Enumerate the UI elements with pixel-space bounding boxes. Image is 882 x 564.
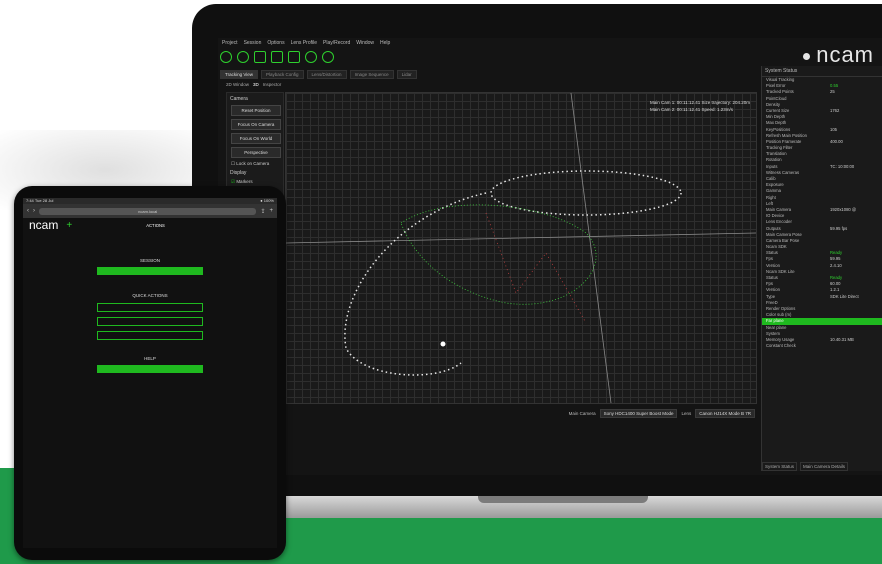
- status-value: 25: [830, 89, 835, 95]
- focus-on-camera-button[interactable]: Focus On Camera: [231, 119, 281, 130]
- projection-select[interactable]: Perspective: [231, 147, 281, 158]
- new-tab-icon[interactable]: +: [269, 208, 273, 214]
- main-camera-label: Main Camera: [568, 410, 596, 416]
- viewport-info-line-1: Main Cam 1: 00:11:12.41 Size trajectory:…: [650, 100, 750, 105]
- session-title: SESSION: [139, 258, 160, 263]
- lock-on-camera-checkbox[interactable]: ☐ Lock on Camera: [231, 161, 279, 167]
- lens-label: Lens: [681, 410, 692, 416]
- tablet-battery: ● 100%: [260, 198, 274, 203]
- feature-points-red: [485, 212, 587, 324]
- lightning-icon[interactable]: [288, 51, 300, 63]
- status-value: 105: [830, 126, 837, 132]
- viewport-info-line-2: Main Cam 2: 00:11:12.41 Speed: 1.23m/s: [650, 107, 733, 112]
- 3d-viewport[interactable]: Main Cam 1: 00:11:12.41 Size trajectory:…: [285, 92, 757, 404]
- status-value: 1920x1080 @: [830, 206, 857, 212]
- forward-icon[interactable]: ›: [33, 208, 35, 214]
- tab-tracking-view[interactable]: Tracking View: [220, 70, 259, 79]
- status-value: SDK Lite Direct: [830, 293, 859, 299]
- menu-play-record[interactable]: Play/Record: [323, 40, 350, 46]
- ncam-logo: ncam: [803, 42, 874, 68]
- display-title: Display: [230, 170, 247, 176]
- settings-icon[interactable]: [305, 51, 317, 63]
- tracked-points: [400, 204, 597, 305]
- status-key: Constant Check: [766, 343, 796, 349]
- toolbar: [220, 49, 334, 65]
- camera-panel-title: Camera: [230, 96, 248, 102]
- browser-bar: ‹ › ncam.local ⇪ +: [23, 204, 277, 218]
- system-status-panel: System Status Visual Tracking Pixel Erro…: [761, 66, 882, 471]
- tab-inspector[interactable]: Inspector: [263, 82, 282, 87]
- view-mode-tabs: 2D Window 3D Inspector: [226, 82, 281, 87]
- tab-image-sequence[interactable]: Image Sequence: [349, 70, 394, 79]
- reset-position-button[interactable]: Reset Position: [231, 105, 281, 116]
- camera-position-marker: [440, 341, 446, 347]
- system-status-tree: Visual Tracking Pixel Error 0.55 Tracked …: [762, 77, 882, 349]
- vertical-axis: [570, 93, 612, 403]
- laptop-notch: [478, 496, 648, 503]
- horizon-axis: [286, 232, 756, 244]
- help-button[interactable]: [97, 365, 203, 373]
- refresh-icon[interactable]: [237, 51, 249, 63]
- record-icon[interactable]: [322, 51, 334, 63]
- quick-actions-title: QUICK ACTIONS: [132, 293, 168, 298]
- tablet-time: 7:44 Tue 28 Jul: [26, 198, 54, 203]
- camera-status-bar: Main Camera Sony HDC1400 Super Boost Mod…: [285, 408, 755, 418]
- add-icon[interactable]: +: [66, 220, 72, 231]
- quick-action-3-button[interactable]: [97, 331, 203, 340]
- trash-icon[interactable]: [254, 51, 266, 63]
- logo-dot-icon: [803, 52, 811, 60]
- system-status-title: System Status: [762, 66, 882, 77]
- tab-2d-window[interactable]: 2D Window: [226, 82, 249, 87]
- status-value: TC: 10:00:00: [830, 163, 855, 169]
- menu-bar: Project Session Options Lens Profile Pla…: [218, 38, 882, 48]
- tab-lens-distortion[interactable]: Lens/Distortion: [306, 70, 347, 79]
- main-camera-field[interactable]: Sony HDC1400 Super Boost Mode: [599, 408, 678, 418]
- menu-help[interactable]: Help: [380, 40, 390, 46]
- menu-lens-profile[interactable]: Lens Profile: [291, 40, 317, 46]
- lock-on-camera-label: Lock on Camera: [236, 161, 270, 166]
- tab-playback-config[interactable]: Playback Config: [261, 70, 304, 79]
- status-value: 400.00: [830, 138, 843, 144]
- url-bar[interactable]: ncam.local: [39, 207, 257, 215]
- main-tabs: Tracking View Playback Config Lens/Disto…: [220, 70, 417, 79]
- menu-options[interactable]: Options: [267, 40, 284, 46]
- tablet-screen: 7:44 Tue 28 Jul ● 100% ‹ › ncam.local ⇪ …: [23, 198, 277, 548]
- markers-checkbox[interactable]: ☑ Markers: [231, 179, 279, 185]
- tab-lidar[interactable]: Lidar: [396, 70, 417, 79]
- laptop-screen: Project Session Options Lens Profile Pla…: [218, 38, 882, 475]
- status-value: 10.40.31 MB: [830, 336, 854, 342]
- status-value: 1762: [830, 107, 840, 113]
- session-button[interactable]: [97, 267, 203, 275]
- tablet-logo: ncam: [29, 218, 59, 232]
- quick-action-2-button[interactable]: [97, 317, 203, 326]
- status-value: 2.4.10: [830, 262, 842, 268]
- tablet-device: 7:44 Tue 28 Jul ● 100% ‹ › ncam.local ⇪ …: [14, 186, 286, 560]
- status-value: 59.95 fps: [830, 225, 848, 231]
- tab-system-status[interactable]: System Status: [762, 462, 798, 471]
- trajectory-path: [344, 192, 487, 376]
- chart-icon[interactable]: [271, 51, 283, 63]
- viewport-info: Main Cam 1: 00:11:12.41 Size trajectory:…: [650, 99, 750, 113]
- point-cloud-svg: [286, 93, 756, 403]
- share-icon[interactable]: ⇪: [260, 208, 265, 215]
- quick-action-1-button[interactable]: [97, 303, 203, 312]
- status-row[interactable]: Constant Check: [762, 343, 882, 349]
- tab-main-camera-details[interactable]: Main Camera Details: [800, 462, 849, 471]
- nav-item-actions[interactable]: ACTIONS: [146, 223, 165, 228]
- markers-label: Markers: [236, 179, 253, 184]
- logo-text: ncam: [816, 42, 874, 67]
- menu-project[interactable]: Project: [222, 40, 238, 46]
- menu-session[interactable]: Session: [244, 40, 262, 46]
- help-title: HELP: [144, 356, 156, 361]
- lens-field[interactable]: Canon HJ14X Mode B 7R: [695, 408, 755, 418]
- menu-window[interactable]: Window: [356, 40, 374, 46]
- tablet-nav: ncam + ACTIONS: [23, 218, 277, 232]
- status-panel-tabs: System Status Main Camera Details: [762, 462, 849, 471]
- back-icon[interactable]: ‹: [27, 208, 29, 214]
- focus-on-world-button[interactable]: Focus On World: [231, 133, 281, 144]
- power-icon[interactable]: [220, 51, 232, 63]
- tab-3d[interactable]: 3D: [253, 82, 259, 87]
